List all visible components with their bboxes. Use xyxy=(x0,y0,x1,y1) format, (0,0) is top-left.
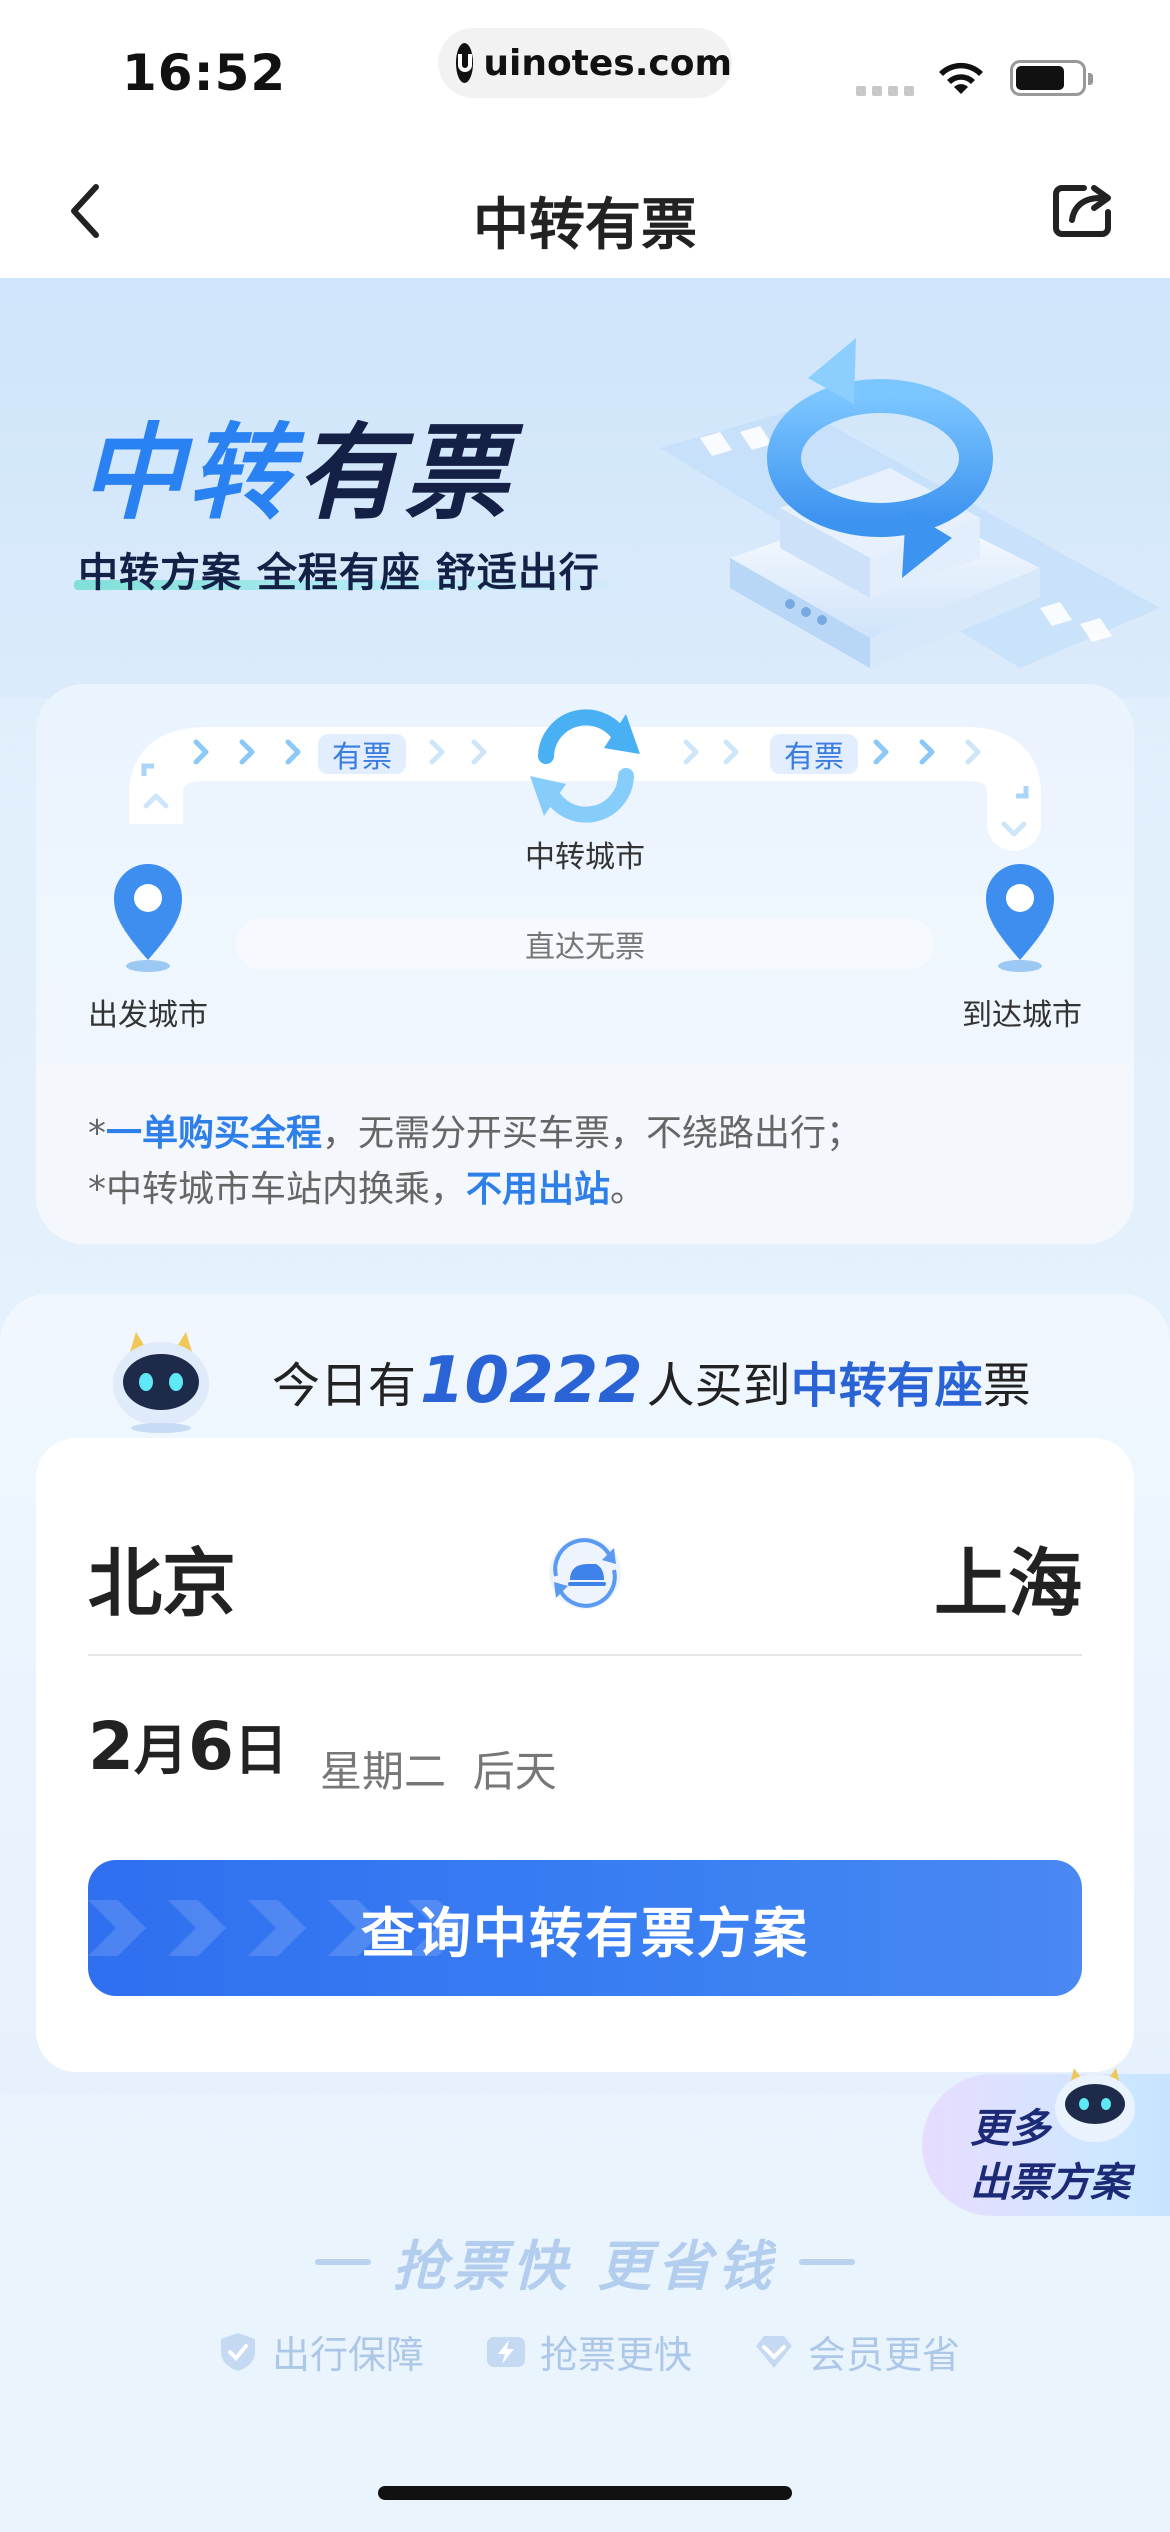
nav-bar: 中转有票 xyxy=(0,140,1170,278)
feature-list: 出行保障 抢票更快 会员更省 xyxy=(216,2324,960,2379)
more-options-float-button[interactable]: 更多 出票方案 xyxy=(922,2064,1170,2216)
booking-section: 今日有 10222 人买到 中转有座票 北京 上海 2月6日 星期二 后天 查询… xyxy=(0,1294,1170,2094)
search-button-label: 查询中转有票方案 xyxy=(361,1903,809,1964)
hero-subtitle: 中转方案 全程有座 舒适出行 xyxy=(78,550,600,596)
arrival-pin-icon xyxy=(986,864,1054,972)
robot-mascot-icon xyxy=(113,1332,209,1433)
ticket-tag-right: 有票 xyxy=(770,734,858,775)
home-indicator[interactable] xyxy=(378,2486,792,2500)
departure-pin-icon xyxy=(114,864,182,972)
slogan-dash-left xyxy=(314,2258,371,2265)
wifi-icon xyxy=(939,62,983,94)
ticket-tag-left: 有票 xyxy=(318,734,406,775)
page-title: 中转有票 xyxy=(473,193,697,258)
shield-check-icon xyxy=(221,2332,255,2371)
hero-title: 中转有票 xyxy=(80,388,512,539)
status-time: 16:52 xyxy=(122,44,287,102)
direct-no-ticket-label: 直达无票 xyxy=(236,918,934,970)
robot-mascot-icon xyxy=(1055,2068,1135,2142)
date-weekday-info: 星期二 后天 xyxy=(320,1738,557,1799)
swap-cities-button[interactable] xyxy=(544,1532,626,1614)
departure-city-label: 出发城市 xyxy=(88,998,208,1033)
arrival-city-selector[interactable]: 上海 xyxy=(934,1524,1082,1631)
departure-city-selector[interactable]: 北京 xyxy=(88,1524,236,1631)
url-pill[interactable]: uinotes.com xyxy=(438,28,732,98)
feature-item: 出行保障 xyxy=(216,2324,424,2379)
route-notes: *一单购买全程，无需分开买车票，不绕路出行； *中转城市车站内换乘，不用出站。 xyxy=(36,1064,1134,1244)
site-logo-icon xyxy=(456,43,474,83)
lightning-icon xyxy=(487,2336,526,2367)
hero-title-dark: 有票 xyxy=(296,412,513,534)
url-text: uinotes.com xyxy=(483,42,732,84)
relative-day-label: 后天 xyxy=(472,1747,557,1796)
cellular-signal-icon xyxy=(856,86,914,96)
divider xyxy=(88,1654,1082,1656)
battery-icon xyxy=(1010,60,1093,96)
purchase-count-text: 今日有 10222 人买到 中转有座票 xyxy=(272,1344,1031,1418)
feature-item: 抢票更快 xyxy=(484,2324,692,2379)
arrival-city-label: 到达城市 xyxy=(962,998,1082,1033)
route-explainer-card: 有票 有票 中转城市 直达无票 出发城市 到达城市 *一单购买全程，无需分开买车… xyxy=(36,684,1134,1244)
slogan-dash-right xyxy=(799,2258,856,2265)
stats-banner: 今日有 10222 人买到 中转有座票 xyxy=(0,1324,1170,1444)
travel-date-selector[interactable]: 2月6日 xyxy=(88,1706,288,1785)
share-icon xyxy=(1053,185,1111,237)
purchase-count: 10222 xyxy=(420,1344,643,1418)
hero-title-blue: 中转 xyxy=(80,412,297,534)
transfer-city-label: 中转城市 xyxy=(525,840,645,875)
weekday-label: 星期二 xyxy=(320,1747,447,1796)
hero-banner: 中转有票 中转方案 全程有座 舒适出行 xyxy=(0,278,1170,698)
transfer-cycle-illustration xyxy=(660,338,1160,668)
note-line-2: *中转城市车站内换乘，不用出站。 xyxy=(88,1169,647,1210)
search-transfer-button[interactable]: 查询中转有票方案 xyxy=(88,1860,1082,1996)
diamond-icon xyxy=(756,2335,793,2368)
status-bar: 16:52 uinotes.com xyxy=(0,0,1170,140)
feature-item: 会员更省 xyxy=(752,2324,960,2379)
note-line-1: *一单购买全程，无需分开买车票，不绕路出行； xyxy=(88,1113,863,1154)
booking-card: 北京 上海 2月6日 星期二 后天 查询中转有票方案 xyxy=(36,1438,1134,2072)
share-button[interactable] xyxy=(1048,176,1118,246)
slogan: 抢票快 更省钱 xyxy=(0,2222,1170,2301)
